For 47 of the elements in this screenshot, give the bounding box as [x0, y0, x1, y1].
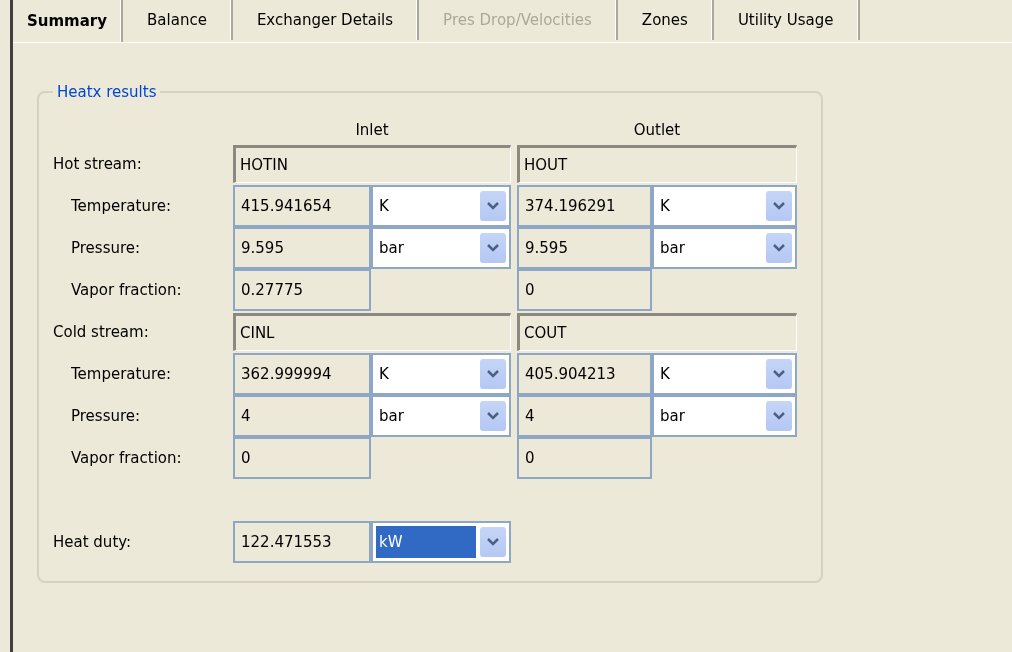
- value-field[interactable]: 9.595: [517, 227, 652, 269]
- stream-field[interactable]: COUT: [517, 313, 797, 351]
- value-field[interactable]: 9.595: [233, 227, 371, 269]
- unit-dropdown[interactable]: bar: [652, 227, 797, 269]
- value-field[interactable]: 374.196291: [517, 185, 652, 227]
- row-label: Vapor fraction:: [70, 449, 183, 467]
- unit-dropdown[interactable]: bar: [371, 227, 511, 269]
- row-label: Temperature:: [70, 197, 173, 215]
- value-field[interactable]: 4: [233, 395, 371, 437]
- value-field[interactable]: 362.999994: [233, 353, 371, 395]
- value-field[interactable]: 415.941654: [233, 185, 371, 227]
- value-field[interactable]: 0.27775: [233, 269, 371, 311]
- row-label: Heat duty:: [53, 533, 133, 551]
- group-title: Heatx results: [56, 83, 158, 101]
- unit-dropdown[interactable]: K: [371, 185, 511, 227]
- stream-field[interactable]: HOUT: [517, 145, 797, 183]
- column-header: Inlet: [355, 121, 389, 141]
- value-field[interactable]: 0: [233, 437, 371, 479]
- chevron-down-icon: [487, 244, 499, 252]
- chevron-down-icon: [487, 412, 499, 420]
- row-label: Cold stream:: [53, 323, 150, 341]
- chevron-down-icon: [773, 202, 785, 210]
- chevron-down-icon: [487, 202, 499, 210]
- value-field[interactable]: 0: [517, 269, 652, 311]
- unit-dropdown[interactable]: K: [652, 353, 797, 395]
- row-label: Hot stream:: [53, 155, 143, 173]
- stream-field[interactable]: HOTIN: [233, 145, 511, 183]
- value-field[interactable]: 0: [517, 437, 652, 479]
- column-header: Outlet: [633, 121, 681, 141]
- value-field[interactable]: 4: [517, 395, 652, 437]
- chevron-down-icon: [773, 244, 785, 252]
- row-label: Pressure:: [70, 407, 142, 425]
- unit-dropdown[interactable]: bar: [652, 395, 797, 437]
- row-label: Temperature:: [70, 365, 173, 383]
- chevron-down-icon: [773, 412, 785, 420]
- chevron-down-icon: [773, 370, 785, 378]
- chevron-down-icon: [487, 370, 499, 378]
- unit-dropdown[interactable]: K: [652, 185, 797, 227]
- row-label: Pressure:: [70, 239, 142, 257]
- stream-field[interactable]: CINL: [233, 313, 511, 351]
- value-field[interactable]: 122.471553: [233, 521, 371, 563]
- unit-dropdown[interactable]: K: [371, 353, 511, 395]
- unit-dropdown[interactable]: kW: [371, 521, 511, 563]
- value-field[interactable]: 405.904213: [517, 353, 652, 395]
- row-label: Vapor fraction:: [70, 281, 183, 299]
- unit-dropdown[interactable]: bar: [371, 395, 511, 437]
- chevron-down-icon: [487, 538, 499, 546]
